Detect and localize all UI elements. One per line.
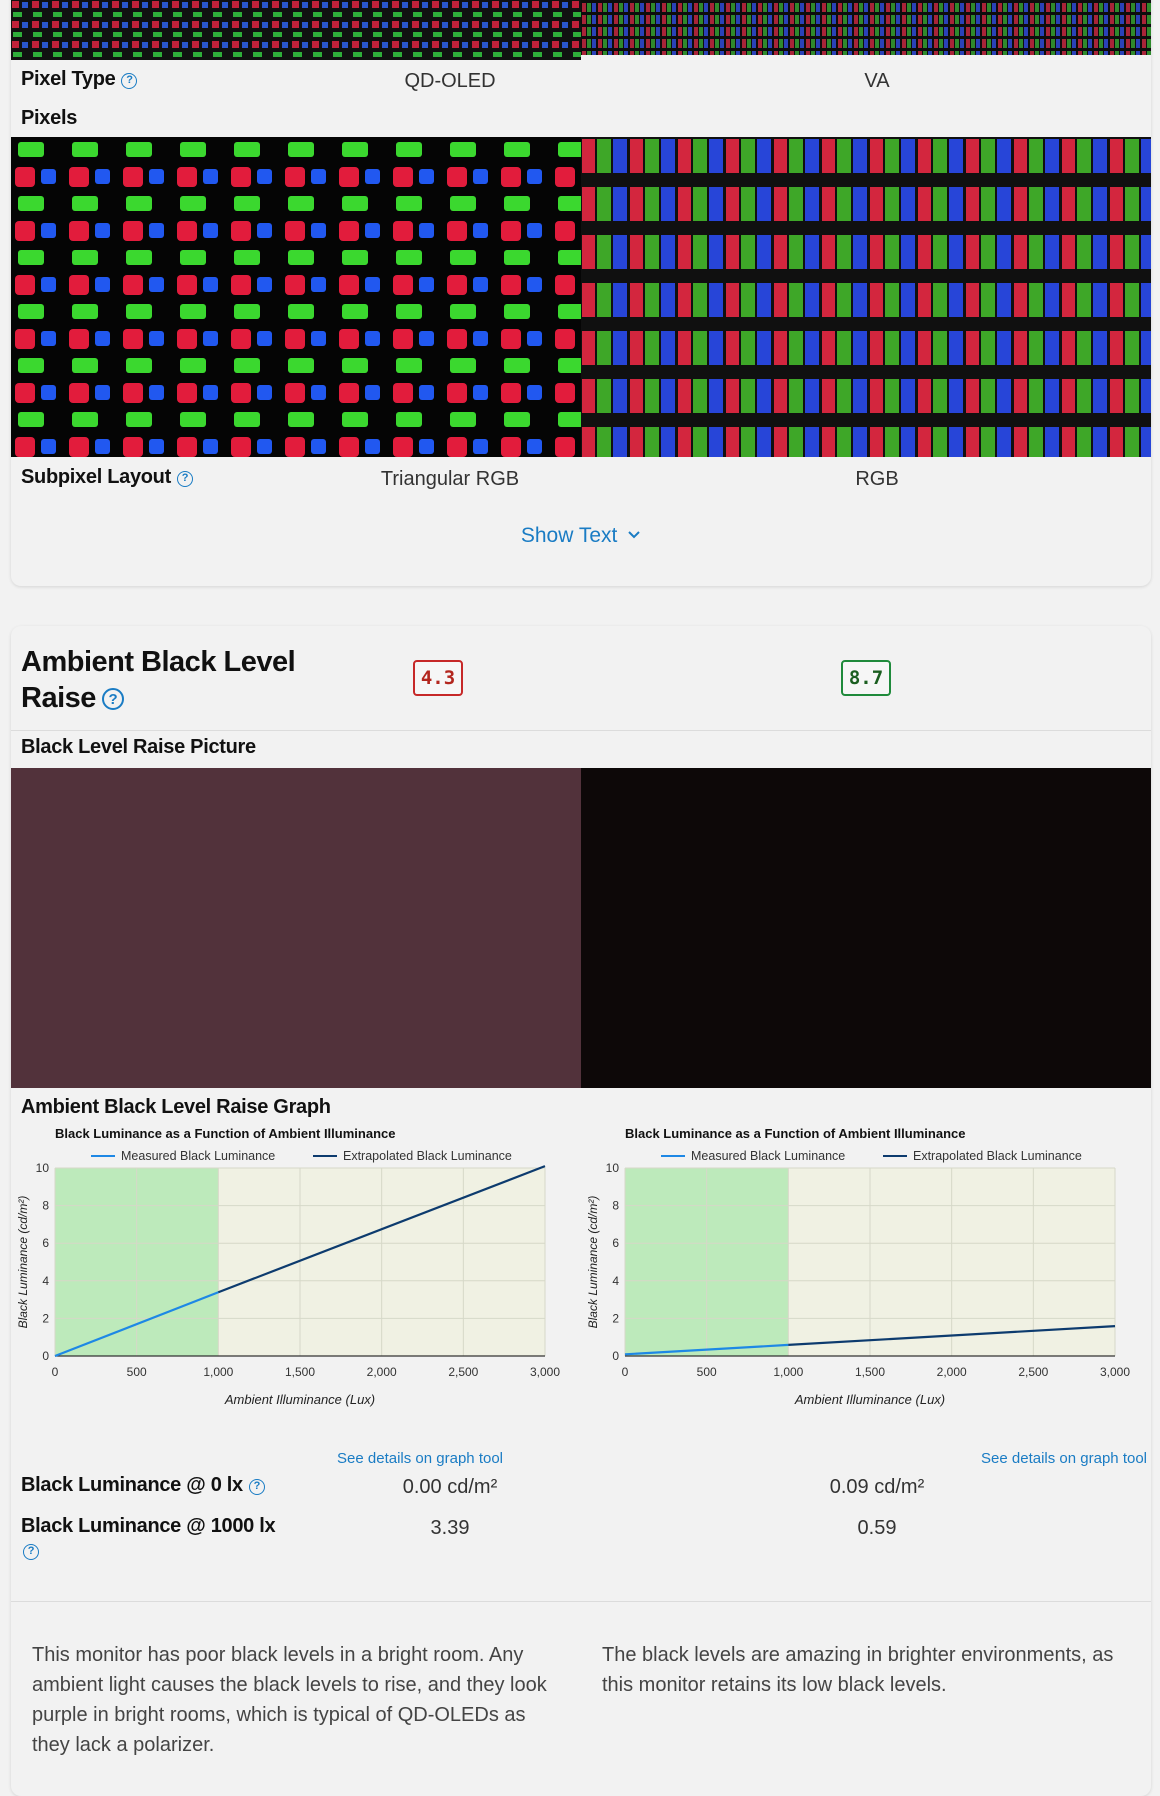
y-tick-label: 10 [606, 1161, 620, 1175]
top-left-pixel-image [11, 0, 581, 60]
chart-left-svg: Black Luminance as a Function of Ambient… [16, 1126, 560, 1407]
legend-label: Extrapolated Black Luminance [343, 1149, 512, 1163]
legend-label: Extrapolated Black Luminance [913, 1149, 1082, 1163]
help-icon[interactable]: ? [101, 688, 124, 710]
x-tick-label: 0 [52, 1365, 59, 1379]
chart-left: Black Luminance as a Function of Ambient… [11, 1114, 581, 1454]
x-axis-label: Ambient Illuminance (Lux) [794, 1392, 945, 1407]
chart-title: Black Luminance as a Function of Ambient… [55, 1126, 395, 1141]
black-lum-0-label-text: Black Luminance @ 0 lx [21, 1474, 243, 1496]
pixels-right-image [581, 137, 1151, 457]
x-tick-label: 0 [622, 1365, 629, 1379]
divider [11, 730, 1151, 731]
y-tick-label: 2 [42, 1311, 49, 1325]
section-title: Ambient Black Level Raise? [21, 644, 321, 716]
y-tick-label: 2 [612, 1311, 619, 1325]
chart-right: Black Luminance as a Function of Ambient… [581, 1114, 1151, 1454]
divider [11, 1601, 1151, 1602]
x-tick-label: 3,000 [530, 1365, 560, 1379]
chevron-down-icon [628, 531, 640, 539]
subpixel-layout-label: Subpixel Layout? [21, 466, 193, 489]
top-right-pixel-image [581, 0, 1151, 55]
black-lum-1000-label-text: Black Luminance @ 1000 lx [21, 1515, 276, 1537]
x-tick-label: 2,000 [367, 1365, 397, 1379]
score-badge-left: 4.3 [413, 660, 463, 696]
y-tick-label: 4 [612, 1274, 619, 1288]
black-lum-1000-left-value: 3.39 [430, 1517, 470, 1539]
x-tick-label: 1,500 [855, 1365, 885, 1379]
x-axis-label: Ambient Illuminance (Lux) [224, 1392, 375, 1407]
pixels-label: Pixels [21, 107, 78, 129]
y-tick-label: 10 [36, 1161, 50, 1175]
text-left: This monitor has poor black levels in a … [32, 1644, 547, 1756]
y-tick-label: 0 [612, 1349, 619, 1363]
picture-label: Black Level Raise Picture [21, 736, 256, 758]
help-icon[interactable]: ? [121, 73, 138, 89]
black-lum-0-label: Black Luminance @ 0 lx? [21, 1474, 265, 1497]
black-lum-1000-label: Black Luminance @ 1000 lx? [21, 1514, 301, 1562]
section-title-text: Ambient Black Level Raise [21, 646, 296, 714]
x-tick-label: 2,000 [937, 1365, 967, 1379]
chart-title: Black Luminance as a Function of Ambient… [625, 1126, 965, 1141]
y-axis-label: Black Luminance (cd/m²) [586, 1196, 600, 1329]
subpixel-right-value: RGB [855, 468, 899, 490]
ambient-black-level-card: Ambient Black Level Raise? 4.3 8.7 Black… [11, 626, 1151, 1796]
y-tick-label: 4 [42, 1274, 49, 1288]
pixel-type-right-value: VA [864, 70, 890, 92]
black-lum-0-right-value: 0.09 cd/m² [829, 1476, 925, 1498]
legend-label: Measured Black Luminance [691, 1149, 845, 1163]
x-tick-label: 2,500 [1018, 1365, 1048, 1379]
pixels-card: Pixel Type? QD-OLED VA Pixels Subpixel L… [11, 0, 1151, 586]
see-details-link-left[interactable]: See details on graph tool [337, 1450, 503, 1467]
score-badge-right: 8.7 [841, 660, 891, 696]
show-text-label: Show Text [520, 524, 618, 547]
text-right: The black levels are amazing in brighter… [602, 1644, 1114, 1696]
y-tick-label: 6 [612, 1236, 619, 1250]
subpixel-left-value: Triangular RGB [380, 468, 520, 490]
y-tick-label: 6 [42, 1236, 49, 1250]
chart-right-svg: Black Luminance as a Function of Ambient… [586, 1126, 1130, 1407]
y-tick-label: 8 [42, 1199, 49, 1213]
help-icon[interactable]: ? [176, 471, 193, 487]
x-tick-label: 1,000 [773, 1365, 803, 1379]
pixel-type-label-text: Pixel Type [21, 68, 116, 90]
black-level-left-image [11, 768, 581, 1088]
x-tick-label: 3,000 [1100, 1365, 1130, 1379]
y-tick-label: 0 [42, 1349, 49, 1363]
help-icon[interactable]: ? [23, 1544, 39, 1560]
pixel-type-label: Pixel Type? [21, 68, 138, 91]
x-tick-label: 500 [127, 1365, 147, 1379]
legend-label: Measured Black Luminance [121, 1149, 275, 1163]
see-details-link-right[interactable]: See details on graph tool [981, 1450, 1147, 1467]
y-tick-label: 8 [612, 1199, 619, 1213]
x-tick-label: 500 [697, 1365, 717, 1379]
x-tick-label: 1,000 [203, 1365, 233, 1379]
y-axis-label: Black Luminance (cd/m²) [16, 1196, 30, 1329]
x-tick-label: 2,500 [448, 1365, 478, 1379]
x-tick-label: 1,500 [285, 1365, 315, 1379]
pixels-left-image [11, 137, 581, 457]
black-lum-1000-right-value: 0.59 [857, 1517, 897, 1539]
black-level-right-image [581, 768, 1151, 1088]
subpixel-layout-label-text: Subpixel Layout [21, 466, 171, 488]
black-lum-0-left-value: 0.00 cd/m² [402, 1476, 498, 1498]
pixel-type-left-value: QD-OLED [404, 70, 496, 92]
help-icon[interactable]: ? [248, 1479, 265, 1495]
show-text-button[interactable]: Show Text [11, 524, 1151, 548]
